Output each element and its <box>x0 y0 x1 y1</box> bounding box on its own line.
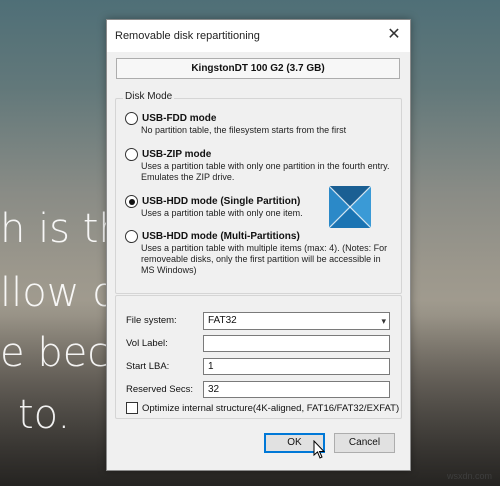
radio-label-usb-hdd-multi: USB-HDD mode (Multi-Partitions) <box>142 231 300 242</box>
dialog-title: Removable disk repartitioning <box>115 30 260 42</box>
file-system-select[interactable]: FAT32 ▾ <box>203 312 390 330</box>
optimize-label: Optimize internal structure(4K-aligned, … <box>142 402 400 414</box>
background-text-line-3: e bec <box>0 330 110 376</box>
device-name: KingstonDT 100 G2 (3.7 GB) <box>116 58 400 79</box>
vol-label-label: Vol Label: <box>126 338 168 349</box>
optimize-checkbox[interactable] <box>126 402 138 414</box>
title-bar[interactable]: Removable disk repartitioning ✕ <box>107 20 410 52</box>
radio-row-usb-fdd[interactable]: USB-FDD mode <box>125 112 396 125</box>
radio-usb-hdd-single[interactable] <box>125 195 138 208</box>
option-usb-zip: USB-ZIP mode Uses a partition table with… <box>125 148 396 183</box>
option-usb-fdd: USB-FDD mode No partition table, the fil… <box>125 112 396 136</box>
disk-mode-legend: Disk Mode <box>123 91 175 102</box>
file-system-value: FAT32 <box>208 315 237 326</box>
radio-label-usb-hdd-single: USB-HDD mode (Single Partition) <box>142 196 301 207</box>
optimize-row[interactable]: Optimize internal structure(4K-aligned, … <box>126 402 399 414</box>
reserved-secs-label: Reserved Secs: <box>126 384 194 395</box>
option-usb-hdd-multi: USB-HDD mode (Multi-Partitions) Uses a p… <box>125 230 396 276</box>
start-lba-label: Start LBA: <box>126 361 170 372</box>
radio-row-usb-zip[interactable]: USB-ZIP mode <box>125 148 396 161</box>
reserved-secs-input[interactable]: 32 <box>203 381 390 398</box>
background-text-line-4: to. <box>18 392 71 438</box>
radio-usb-zip[interactable] <box>125 148 138 161</box>
cancel-button[interactable]: Cancel <box>334 433 395 453</box>
site-logo-icon <box>329 186 371 228</box>
chevron-down-icon: ▾ <box>381 316 386 326</box>
desc-usb-hdd-multi: Uses a partition table with multiple ite… <box>141 243 388 275</box>
mouse-cursor-icon <box>313 440 326 459</box>
start-lba-input[interactable]: 1 <box>203 358 390 375</box>
desc-usb-fdd: No partition table, the filesystem start… <box>141 125 347 135</box>
radio-row-usb-hdd-multi[interactable]: USB-HDD mode (Multi-Partitions) <box>125 230 396 243</box>
vol-label-input[interactable] <box>203 335 390 352</box>
background-text-line-2: llow o <box>0 270 117 316</box>
file-system-label: File system: <box>126 315 177 326</box>
radio-usb-hdd-multi[interactable] <box>125 230 138 243</box>
format-options-group: File system: FAT32 ▾ Vol Label: Start LB… <box>115 295 402 419</box>
repartition-dialog: Removable disk repartitioning ✕ Kingston… <box>106 19 411 471</box>
radio-label-usb-fdd: USB-FDD mode <box>142 113 217 124</box>
radio-usb-fdd[interactable] <box>125 112 138 125</box>
close-button[interactable]: ✕ <box>382 24 406 46</box>
close-icon: ✕ <box>387 26 401 43</box>
radio-label-usb-zip: USB-ZIP mode <box>142 149 212 160</box>
desc-usb-zip: Uses a partition table with only one par… <box>141 161 390 182</box>
watermark: wsxdn.com <box>446 471 492 481</box>
